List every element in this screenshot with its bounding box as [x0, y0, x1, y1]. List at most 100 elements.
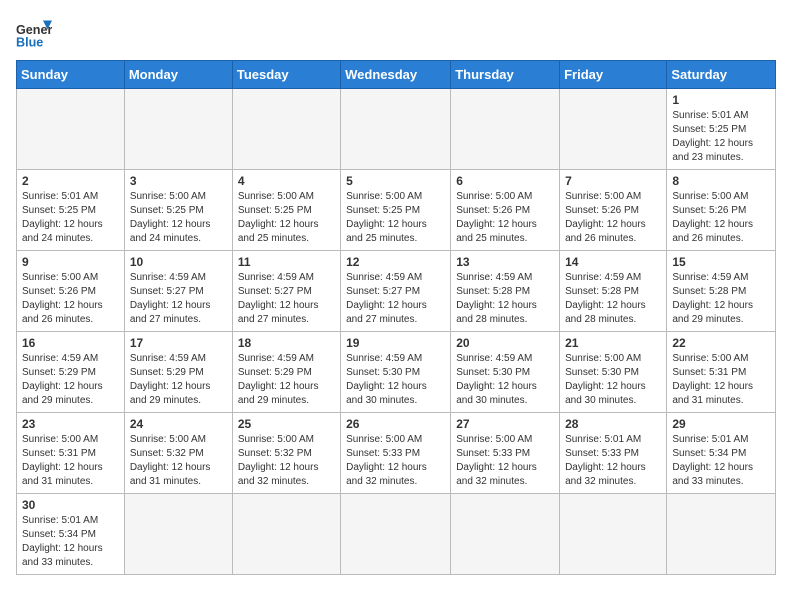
day-number: 11 — [238, 255, 335, 269]
day-number: 27 — [456, 417, 554, 431]
calendar-day-cell: 17Sunrise: 4:59 AM Sunset: 5:29 PM Dayli… — [124, 332, 232, 413]
day-number: 9 — [22, 255, 119, 269]
day-info: Sunrise: 4:59 AM Sunset: 5:27 PM Dayligh… — [346, 271, 445, 327]
day-info: Sunrise: 4:59 AM Sunset: 5:27 PM Dayligh… — [238, 271, 335, 327]
day-number: 2 — [22, 174, 119, 188]
day-info: Sunrise: 5:00 AM Sunset: 5:31 PM Dayligh… — [22, 433, 119, 489]
day-info: Sunrise: 5:00 AM Sunset: 5:30 PM Dayligh… — [565, 352, 661, 408]
calendar-day-cell — [560, 494, 667, 575]
calendar-day-cell: 19 Sunrise: 4:59 AM Sunset: 5:30 PM Dayli… — [341, 332, 451, 413]
weekday-header-cell: Friday — [560, 61, 667, 89]
calendar-day-cell: 25 Sunrise: 5:00 AM Sunset: 5:32 PM Dayli… — [232, 413, 340, 494]
day-number: 26 — [346, 417, 445, 431]
day-number: 4 — [238, 174, 335, 188]
day-info: Sunrise: 5:00 AM Sunset: 5:32 PM Dayligh… — [130, 433, 227, 489]
calendar-day-cell — [341, 494, 451, 575]
calendar-day-cell: 28Sunrise: 5:01 AM Sunset: 5:33 PM Dayli… — [560, 413, 667, 494]
calendar-day-cell: 2 Sunrise: 5:01 AM Sunset: 5:25 PM Daylig… — [17, 170, 125, 251]
day-info: Sunrise: 5:00 AM Sunset: 5:25 PM Dayligh… — [130, 190, 227, 246]
calendar-day-cell — [124, 89, 232, 170]
day-info: Sunrise: 4:59 AM Sunset: 5:30 PM Dayligh… — [346, 352, 445, 408]
calendar-day-cell — [232, 89, 340, 170]
day-info: Sunrise: 4:59 AM Sunset: 5:28 PM Dayligh… — [565, 271, 661, 327]
day-number: 5 — [346, 174, 445, 188]
day-info: Sunrise: 5:00 AM Sunset: 5:26 PM Dayligh… — [22, 271, 119, 327]
day-number: 29 — [672, 417, 770, 431]
calendar-day-cell — [451, 494, 560, 575]
calendar-day-cell: 1 Sunrise: 5:01 AM Sunset: 5:25 PM Daylig… — [667, 89, 776, 170]
weekday-header-cell: Tuesday — [232, 61, 340, 89]
calendar-week-row: 1 Sunrise: 5:01 AM Sunset: 5:25 PM Daylig… — [17, 89, 776, 170]
svg-text:Blue: Blue — [16, 36, 43, 50]
calendar-day-cell: 4 Sunrise: 5:00 AM Sunset: 5:25 PM Daylig… — [232, 170, 340, 251]
calendar-day-cell: 8Sunrise: 5:00 AM Sunset: 5:26 PM Daylig… — [667, 170, 776, 251]
day-info: Sunrise: 4:59 AM Sunset: 5:29 PM Dayligh… — [22, 352, 119, 408]
day-number: 23 — [22, 417, 119, 431]
weekday-header-row: SundayMondayTuesdayWednesdayThursdayFrid… — [17, 61, 776, 89]
day-info: Sunrise: 5:01 AM Sunset: 5:34 PM Dayligh… — [22, 514, 119, 570]
day-info: Sunrise: 5:00 AM Sunset: 5:32 PM Dayligh… — [238, 433, 335, 489]
calendar-day-cell — [451, 89, 560, 170]
day-info: Sunrise: 4:59 AM Sunset: 5:30 PM Dayligh… — [456, 352, 554, 408]
calendar-day-cell: 3 Sunrise: 5:00 AM Sunset: 5:25 PM Daylig… — [124, 170, 232, 251]
day-number: 14 — [565, 255, 661, 269]
day-info: Sunrise: 4:59 AM Sunset: 5:27 PM Dayligh… — [130, 271, 227, 327]
calendar-day-cell: 11 Sunrise: 4:59 AM Sunset: 5:27 PM Dayli… — [232, 251, 340, 332]
logo: General Blue — [16, 16, 52, 52]
day-info: Sunrise: 4:59 AM Sunset: 5:29 PM Dayligh… — [130, 352, 227, 408]
day-info: Sunrise: 5:01 AM Sunset: 5:25 PM Dayligh… — [672, 109, 770, 165]
page-header: General Blue — [16, 16, 776, 52]
calendar-day-cell: 30 Sunrise: 5:01 AM Sunset: 5:34 PM Dayli… — [17, 494, 125, 575]
day-number: 24 — [130, 417, 227, 431]
weekday-header-cell: Monday — [124, 61, 232, 89]
day-number: 7 — [565, 174, 661, 188]
calendar-week-row: 9 Sunrise: 5:00 AM Sunset: 5:26 PM Daylig… — [17, 251, 776, 332]
day-info: Sunrise: 5:00 AM Sunset: 5:26 PM Dayligh… — [565, 190, 661, 246]
day-number: 12 — [346, 255, 445, 269]
calendar-week-row: 2 Sunrise: 5:01 AM Sunset: 5:25 PM Daylig… — [17, 170, 776, 251]
day-number: 18 — [238, 336, 335, 350]
day-info: Sunrise: 5:00 AM Sunset: 5:33 PM Dayligh… — [346, 433, 445, 489]
day-number: 19 — [346, 336, 445, 350]
day-number: 15 — [672, 255, 770, 269]
calendar-day-cell: 20Sunrise: 4:59 AM Sunset: 5:30 PM Dayli… — [451, 332, 560, 413]
generalblue-logo-icon: General Blue — [16, 16, 52, 52]
calendar-body: 1 Sunrise: 5:01 AM Sunset: 5:25 PM Daylig… — [17, 89, 776, 575]
day-info: Sunrise: 5:00 AM Sunset: 5:25 PM Dayligh… — [346, 190, 445, 246]
calendar-day-cell — [124, 494, 232, 575]
day-number: 1 — [672, 93, 770, 107]
calendar-day-cell: 9 Sunrise: 5:00 AM Sunset: 5:26 PM Daylig… — [17, 251, 125, 332]
day-info: Sunrise: 5:01 AM Sunset: 5:34 PM Dayligh… — [672, 433, 770, 489]
day-info: Sunrise: 5:00 AM Sunset: 5:26 PM Dayligh… — [456, 190, 554, 246]
calendar-day-cell: 23 Sunrise: 5:00 AM Sunset: 5:31 PM Dayli… — [17, 413, 125, 494]
day-number: 3 — [130, 174, 227, 188]
day-number: 25 — [238, 417, 335, 431]
calendar-day-cell: 24 Sunrise: 5:00 AM Sunset: 5:32 PM Dayli… — [124, 413, 232, 494]
calendar-day-cell — [667, 494, 776, 575]
calendar-day-cell: 14 Sunrise: 4:59 AM Sunset: 5:28 PM Dayli… — [560, 251, 667, 332]
weekday-header-cell: Saturday — [667, 61, 776, 89]
day-number: 22 — [672, 336, 770, 350]
day-info: Sunrise: 5:00 AM Sunset: 5:33 PM Dayligh… — [456, 433, 554, 489]
day-info: Sunrise: 5:01 AM Sunset: 5:25 PM Dayligh… — [22, 190, 119, 246]
calendar-week-row: 23 Sunrise: 5:00 AM Sunset: 5:31 PM Dayli… — [17, 413, 776, 494]
calendar-day-cell: 6Sunrise: 5:00 AM Sunset: 5:26 PM Daylig… — [451, 170, 560, 251]
calendar-day-cell: 12 Sunrise: 4:59 AM Sunset: 5:27 PM Dayli… — [341, 251, 451, 332]
weekday-header-cell: Sunday — [17, 61, 125, 89]
calendar-day-cell: 26 Sunrise: 5:00 AM Sunset: 5:33 PM Dayli… — [341, 413, 451, 494]
day-number: 21 — [565, 336, 661, 350]
calendar-day-cell: 15 Sunrise: 4:59 AM Sunset: 5:28 PM Dayli… — [667, 251, 776, 332]
weekday-header-cell: Thursday — [451, 61, 560, 89]
day-info: Sunrise: 4:59 AM Sunset: 5:28 PM Dayligh… — [456, 271, 554, 327]
day-number: 30 — [22, 498, 119, 512]
calendar-day-cell: 16 Sunrise: 4:59 AM Sunset: 5:29 PM Dayli… — [17, 332, 125, 413]
day-info: Sunrise: 5:00 AM Sunset: 5:25 PM Dayligh… — [238, 190, 335, 246]
calendar-week-row: 16 Sunrise: 4:59 AM Sunset: 5:29 PM Dayli… — [17, 332, 776, 413]
calendar-day-cell — [232, 494, 340, 575]
calendar-day-cell: 13Sunrise: 4:59 AM Sunset: 5:28 PM Dayli… — [451, 251, 560, 332]
day-info: Sunrise: 4:59 AM Sunset: 5:28 PM Dayligh… — [672, 271, 770, 327]
day-info: Sunrise: 5:00 AM Sunset: 5:26 PM Dayligh… — [672, 190, 770, 246]
calendar-day-cell: 22Sunrise: 5:00 AM Sunset: 5:31 PM Dayli… — [667, 332, 776, 413]
day-info: Sunrise: 5:01 AM Sunset: 5:33 PM Dayligh… — [565, 433, 661, 489]
day-number: 16 — [22, 336, 119, 350]
